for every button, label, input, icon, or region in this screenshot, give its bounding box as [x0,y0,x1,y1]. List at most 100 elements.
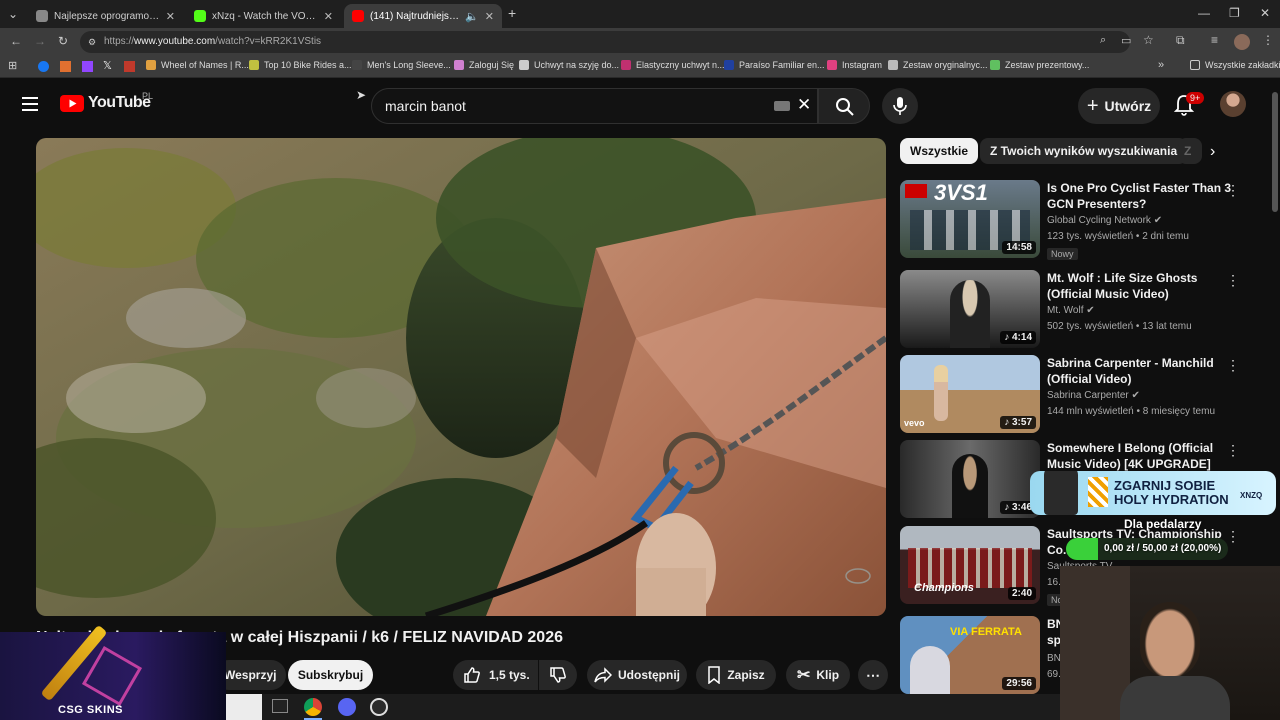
chip-all[interactable]: Wszystkie [900,138,979,164]
search-button[interactable] [818,88,870,124]
video-thumbnail[interactable]: VIA FERRATA 29:56 [900,616,1040,694]
subscribe-button[interactable]: Subskrybuj [288,660,373,690]
video-title[interactable]: Mt. Wolf : Life Size Ghosts (Official Mu… [1047,270,1232,302]
url-field[interactable]: ⚙ https://www.youtube.com/watch?v=kRR2K1… [80,31,1130,53]
close-window-icon[interactable]: ✕ [1260,6,1270,20]
chip-from-search[interactable]: Z Twoich wyników wyszukiwania [980,138,1188,164]
bookmark-favicon [249,60,259,70]
bookmark-label: Instagram [842,60,883,70]
duration-text: 4:14 [1011,332,1032,343]
recommendation-item[interactable]: ♪ 4:14 Mt. Wolf : Life Size Ghosts (Offi… [900,270,1270,350]
more-options-icon[interactable]: ⋮ [1226,528,1240,545]
tab-list-icon[interactable]: ⌄ [8,7,18,21]
star-icon[interactable]: ☆ [1143,33,1154,47]
profile-avatar[interactable] [1234,34,1250,50]
create-button[interactable]: + Utwórz [1078,88,1160,124]
youtube-bookmark-icon[interactable] [124,61,135,72]
minimize-icon[interactable]: — [1198,6,1210,20]
video-thumbnail[interactable]: vevo ♪ 3:57 [900,355,1040,433]
chevron-right-icon[interactable]: › [1210,143,1215,161]
bookmark-item[interactable]: Men's Long Sleeve... [352,60,451,70]
chrome-icon[interactable] [304,698,322,716]
zoom-icon[interactable]: ⌕ [1100,34,1106,47]
obs-icon[interactable] [370,698,388,716]
search-box[interactable]: marcin banot ✕ [371,88,818,124]
reload-icon[interactable]: ↻ [58,34,68,48]
facebook-icon[interactable] [38,61,49,72]
more-options-icon[interactable]: ⋮ [1226,357,1240,374]
video-meta: 502 tys. wyświetleń • 13 lat temu [1047,321,1192,332]
apps-icon[interactable]: ⊞ [8,59,17,72]
recommendation-item[interactable]: 3VS1 14:58 Is One Pro Cyclist Faster Tha… [900,180,1270,260]
bookmark-item[interactable]: Elastyczny uchwyt n... [621,60,725,70]
bookmark-item[interactable]: Uchwyt na szyję do... [519,60,619,70]
bookmark-icon[interactable] [60,61,71,72]
close-icon[interactable]: ✕ [324,10,333,23]
discord-icon[interactable] [338,698,356,716]
browser-tab-bar: ⌄ Najlepsze oprogramowanie do ✕ xNzq - W… [0,0,1280,28]
like-button[interactable]: 1,5 tys. [453,660,538,690]
recommendation-item[interactable]: vevo ♪ 3:57 Sabrina Carpenter - Manchild… [900,355,1270,435]
tab-3-active[interactable]: (141) Najtrudniejsza via fer 🔈 ✕ [344,4,502,28]
video-thumbnail[interactable]: ♪ 4:14 [900,270,1040,348]
bookmark-item[interactable]: Zestaw prezentowy... [990,60,1089,70]
extensions-icon[interactable]: ⧉ [1176,33,1185,48]
voice-search-button[interactable] [882,88,918,124]
search-input[interactable]: marcin banot [385,98,466,114]
all-bookmarks[interactable]: Wszystkie zakładki [1190,60,1280,70]
promo-brand: XNZQ [1240,491,1263,500]
channel-name[interactable]: Global Cycling Network ✔ [1047,215,1162,226]
clip-button[interactable]: ✂ Klip [786,660,850,690]
page-scrollbar[interactable] [1272,92,1278,212]
share-button[interactable]: Udostępnij [587,660,687,690]
channel-name[interactable]: Sabrina Carpenter ✔ [1047,390,1140,401]
bookmark-item[interactable]: Instagram [827,60,882,70]
twitch-icon[interactable] [82,61,93,72]
close-icon[interactable]: ✕ [166,10,175,23]
site-info-icon[interactable]: ⚙ [88,31,96,53]
terminal-icon[interactable] [272,699,288,713]
bookmark-item[interactable]: Paraíso Familiar en... [724,60,825,70]
bookmark-item[interactable]: Wheel of Names | R... [146,60,249,70]
webcam-feed [1060,566,1280,720]
video-thumbnail[interactable]: ♪ 3:46 [900,440,1040,518]
more-actions-button[interactable]: ⋯ [858,660,888,690]
more-options-icon[interactable]: ⋮ [1226,272,1240,289]
video-title[interactable]: Sabrina Carpenter - Manchild (Official V… [1047,355,1232,387]
video-player[interactable] [36,138,886,616]
media-icon[interactable]: ≡ [1211,33,1218,47]
x-icon[interactable]: 𝕏 [103,59,112,72]
new-badge: Nowy [1047,248,1078,260]
back-icon[interactable]: ← [10,34,22,48]
speaker-icon[interactable]: 🔈 [465,10,479,23]
keyboard-icon[interactable] [774,101,790,111]
user-avatar[interactable] [1220,91,1246,117]
more-options-icon[interactable]: ⋮ [1226,442,1240,459]
forward-icon[interactable]: → [34,34,46,48]
new-tab-button[interactable]: + [508,5,516,21]
channel-name[interactable]: Mt. Wolf ✔ [1047,305,1095,316]
more-options-icon[interactable]: ⋮ [1226,182,1240,199]
bookmark-label: Zaloguj Się [469,60,515,70]
clear-search-icon[interactable]: ✕ [797,95,811,115]
bookmark-item[interactable]: Top 10 Bike Rides a... [249,60,352,70]
save-button[interactable]: Zapisz [696,660,776,690]
dislike-button[interactable] [539,660,577,690]
close-icon[interactable]: ✕ [485,10,494,23]
chip-partial[interactable]: Z [1178,138,1202,164]
hamburger-menu-icon[interactable] [22,97,38,111]
youtube-logo[interactable]: YouTube [60,94,151,112]
menu-icon[interactable]: ⋮ [1262,33,1274,47]
bookmark-item[interactable]: Zestaw oryginalnyc... [888,60,988,70]
taskbar-search-box[interactable] [226,694,262,720]
chevron-right-icon[interactable]: » [1158,59,1164,71]
bookmark-item[interactable]: Zaloguj Się [454,60,514,70]
region-code: PL [142,91,154,101]
tab-2[interactable]: xNzq - Watch the VOD on Kick ✕ [186,4,341,28]
cast-icon[interactable]: ▭ [1121,34,1131,47]
video-thumbnail[interactable]: Champions 2:40 [900,526,1040,604]
video-title[interactable]: Is One Pro Cyclist Faster Than 3 GCN Pre… [1047,180,1232,212]
video-thumbnail[interactable]: 3VS1 14:58 [900,180,1040,258]
restore-icon[interactable]: ❐ [1229,6,1240,20]
tab-1[interactable]: Najlepsze oprogramowanie do ✕ [28,4,183,28]
